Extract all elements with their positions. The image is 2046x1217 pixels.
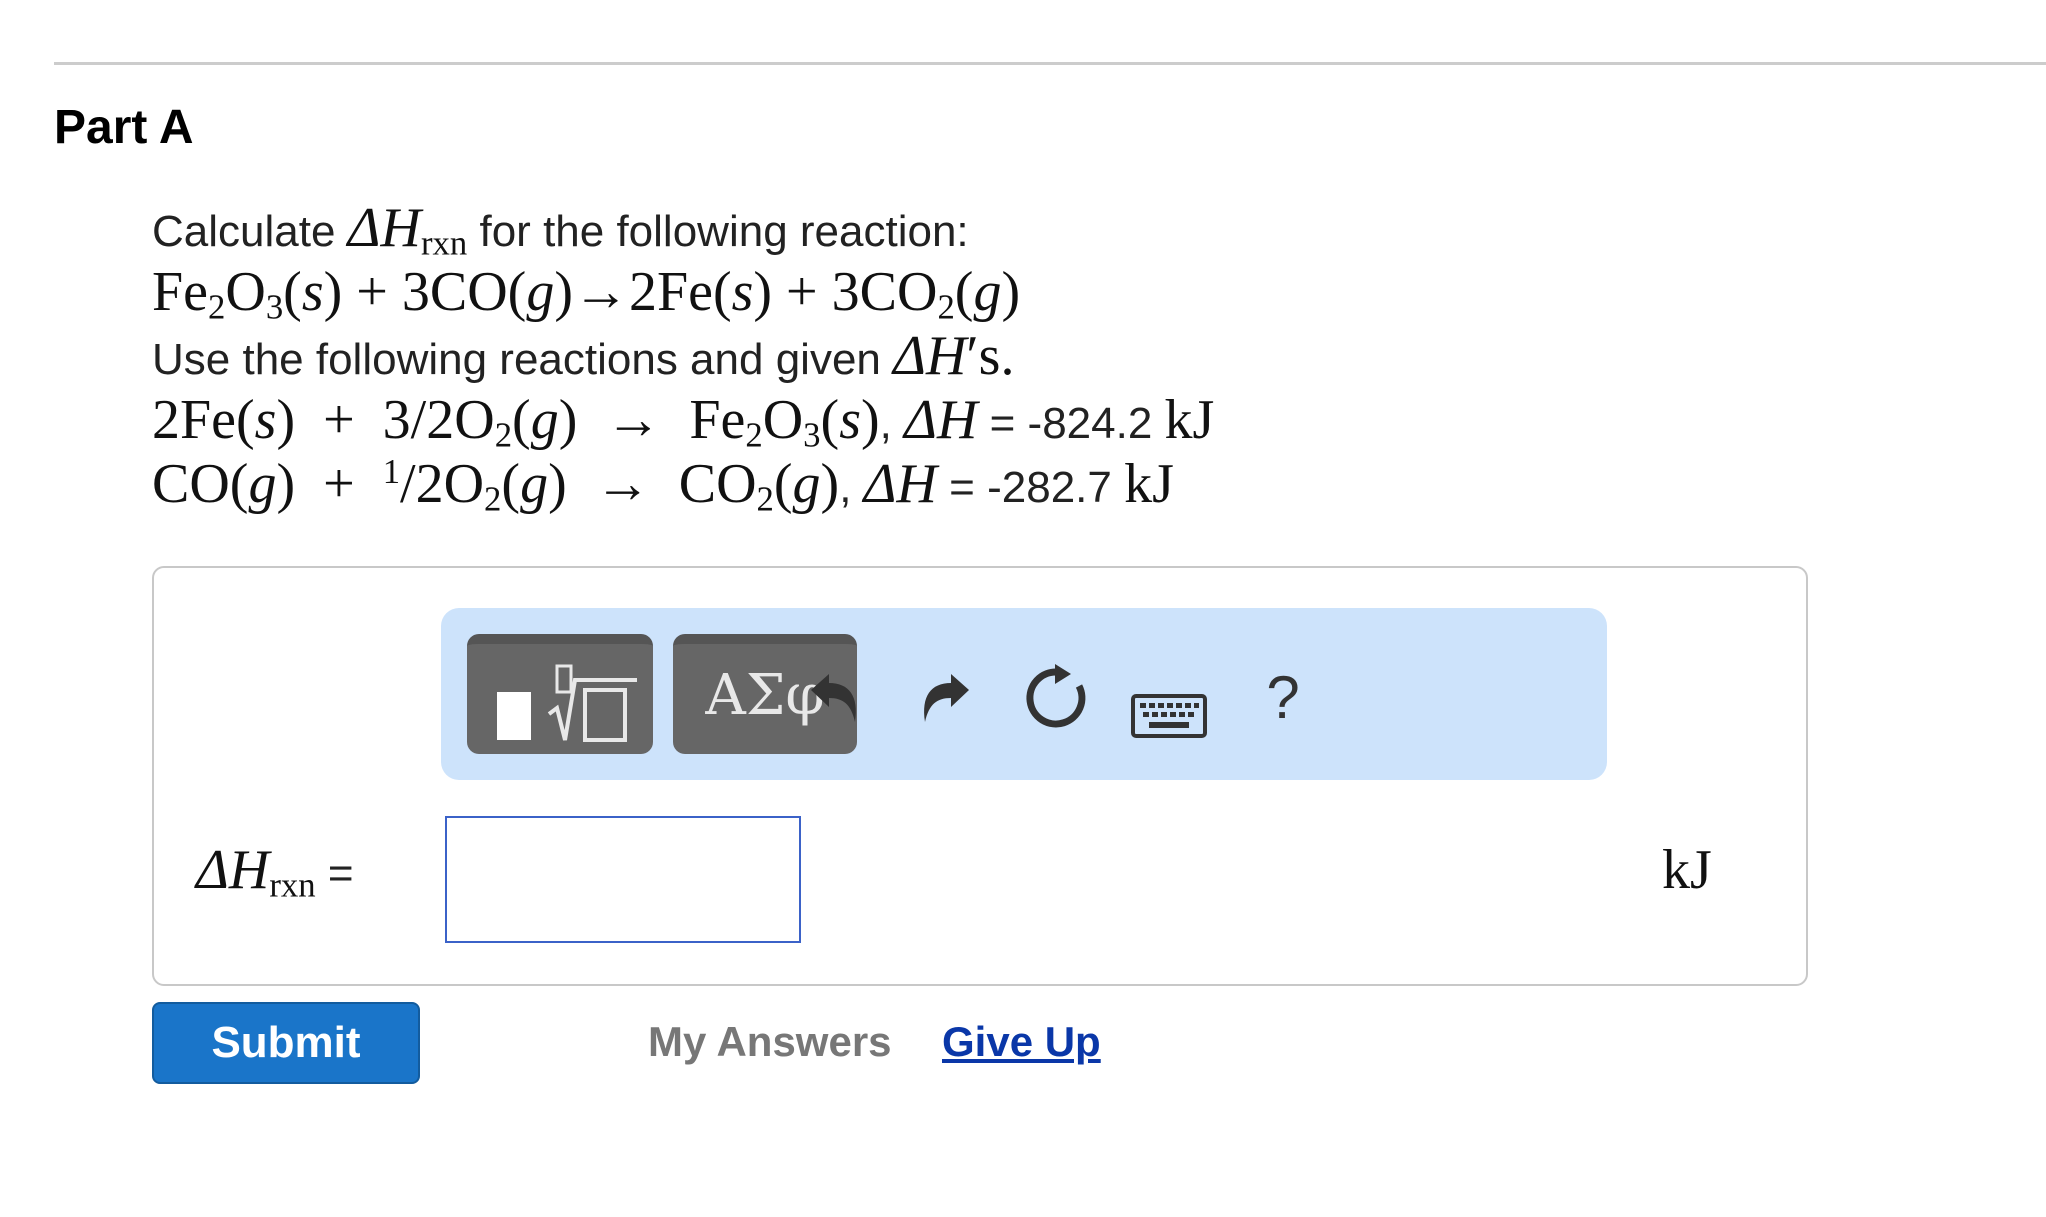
problem-instruction: Calculate ΔHrxn for the following reacti… <box>152 197 969 263</box>
help-button[interactable]: ? <box>1245 660 1321 736</box>
give-up-link[interactable]: Give Up <box>942 1018 1101 1066</box>
keyboard-button[interactable] <box>1131 678 1207 754</box>
math-toolbar: ΑΣφ ? <box>441 608 1607 780</box>
redo-button[interactable] <box>907 660 983 736</box>
part-title: Part A <box>54 101 194 154</box>
templates-button[interactable] <box>467 634 653 754</box>
submit-button[interactable]: Submit <box>152 1002 420 1084</box>
given-reaction-2: CO(g) + 1/2O2(g) → CO2(g), ΔH = -282.7 k… <box>152 451 1174 519</box>
redo-icon <box>924 674 969 722</box>
problem-statement: Calculate ΔHrxn for the following reacti… <box>152 196 1852 519</box>
reset-icon <box>1026 664 1086 728</box>
answer-input[interactable] <box>445 816 801 943</box>
target-reaction: Fe2O3(s) + 3CO(g)→2Fe(s) + 3CO2(g) <box>152 261 1021 327</box>
answer-panel: ΑΣφ ? ΔHrxn = kJ <box>152 566 1808 986</box>
keyboard-icon <box>1131 694 1207 738</box>
top-divider <box>54 62 2046 65</box>
undo-button[interactable] <box>797 660 873 736</box>
given-reaction-1: 2Fe(s) + 3/2O2(g) → Fe2O3(s), ΔH = -824.… <box>152 389 1215 455</box>
reset-button[interactable] <box>1019 660 1095 736</box>
problem-given-instruction: Use the following reactions and given ΔH… <box>152 325 1015 387</box>
templates-icon <box>497 664 637 742</box>
undo-icon <box>811 674 856 722</box>
answer-unit: kJ <box>1662 839 1712 901</box>
answer-label: ΔHrxn = <box>196 839 354 905</box>
my-answers-link[interactable]: My Answers <box>648 1018 892 1066</box>
help-icon: ? <box>1266 664 1300 731</box>
